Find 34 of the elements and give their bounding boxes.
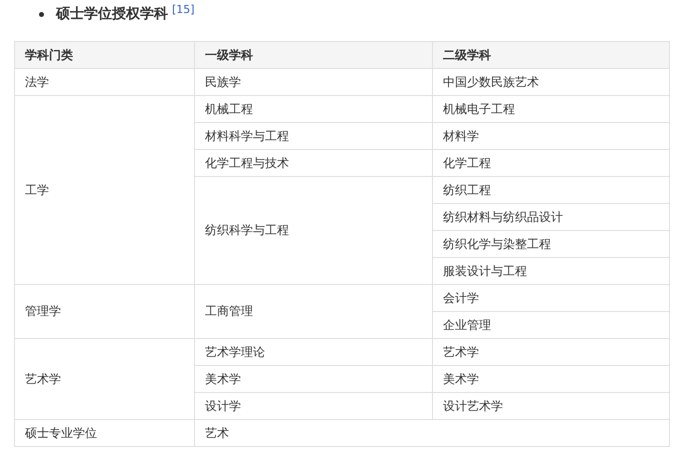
column-header: 学科门类 <box>14 42 194 68</box>
subject-cell: 化学工程 <box>432 150 670 176</box>
category-cell: 管理学 <box>14 284 194 338</box>
reference-link[interactable]: [15] <box>172 3 195 17</box>
discipline-cell: 纺织科学与工程 <box>194 176 432 284</box>
section-heading: 硕士学位授权学科 <box>56 5 168 24</box>
subject-cell: 设计艺术学 <box>432 392 670 420</box>
column-header: 二级学科 <box>432 42 670 68</box>
subject-cell: 材料学 <box>432 122 670 150</box>
column-header: 一级学科 <box>194 42 432 68</box>
discipline-cell: 材料科学与工程 <box>194 122 432 150</box>
subject-cell: 艺术学 <box>432 338 670 366</box>
discipline-cell: 机械工程 <box>194 96 432 122</box>
subject-cell: 纺织化学与染整工程 <box>432 230 670 258</box>
discipline-cell: 艺术学理论 <box>194 338 432 366</box>
discipline-cell: 民族学 <box>194 68 432 96</box>
category-cell: 法学 <box>14 68 194 96</box>
subject-cell: 会计学 <box>432 284 670 312</box>
subject-cell: 机械电子工程 <box>432 96 670 122</box>
bullet-icon <box>39 12 44 17</box>
discipline-cell: 化学工程与技术 <box>194 150 432 176</box>
discipline-cell: 艺术 <box>194 420 670 446</box>
subject-cell: 企业管理 <box>432 312 670 338</box>
discipline-cell: 工商管理 <box>194 284 432 338</box>
subject-cell: 中国少数民族艺术 <box>432 68 670 96</box>
subject-cell: 服装设计与工程 <box>432 258 670 284</box>
subject-cell: 美术学 <box>432 366 670 392</box>
subject-cell: 纺织材料与纺织品设计 <box>432 204 670 230</box>
discipline-cell: 美术学 <box>194 366 432 392</box>
subject-cell: 纺织工程 <box>432 176 670 204</box>
category-cell: 艺术学 <box>14 338 194 420</box>
category-cell: 硕士专业学位 <box>14 420 194 446</box>
category-cell: 工学 <box>14 96 194 284</box>
discipline-cell: 设计学 <box>194 392 432 420</box>
